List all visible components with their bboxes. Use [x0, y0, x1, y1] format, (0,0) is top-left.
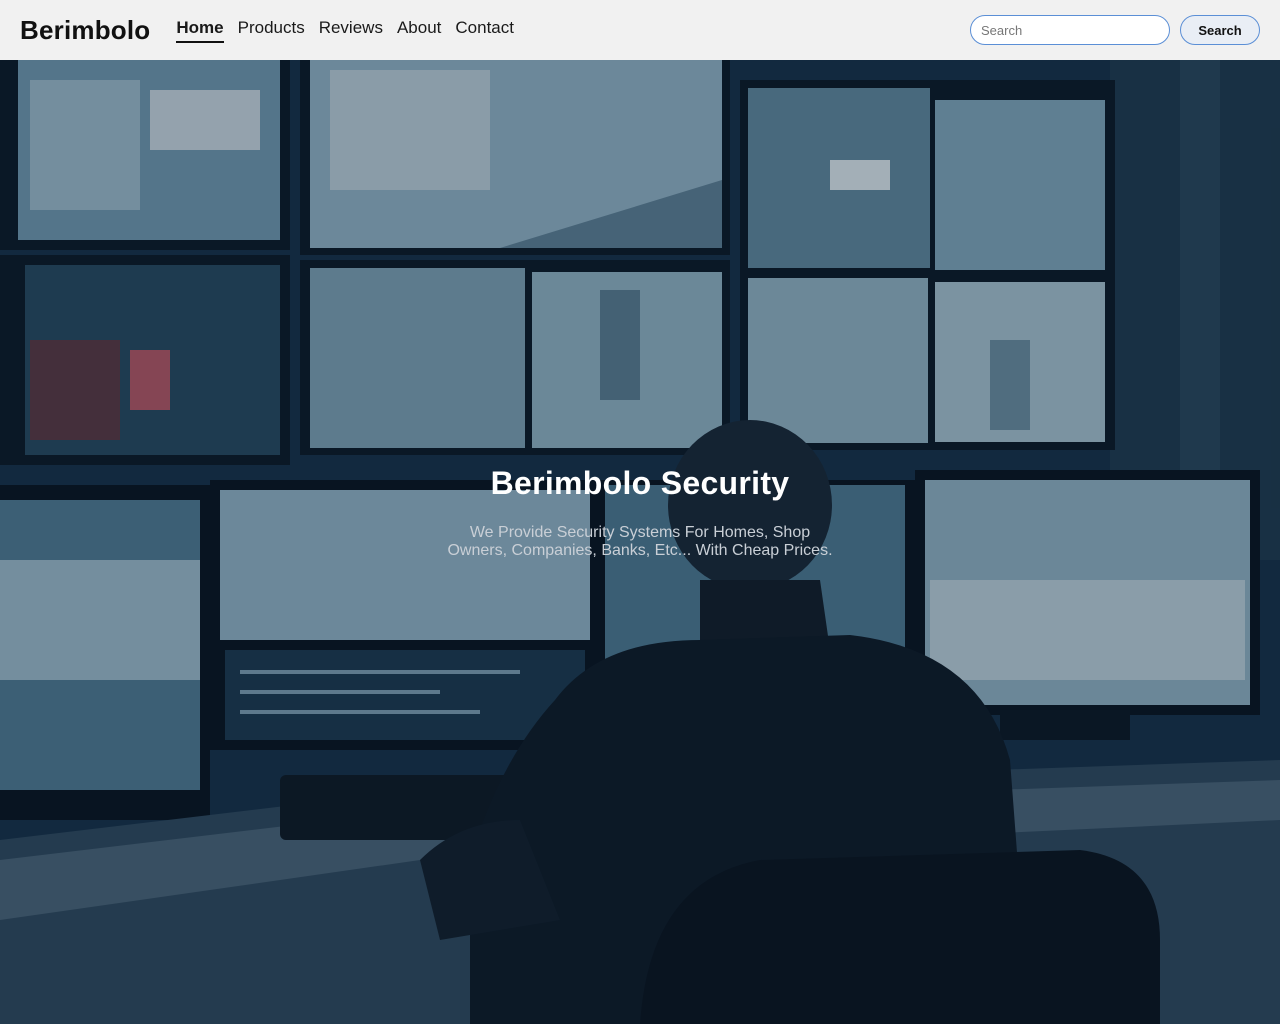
- hero-title: Berimbolo Security: [490, 465, 790, 501]
- nav-link-home[interactable]: Home: [176, 17, 224, 43]
- nav-links: Home Products Reviews About Contact: [176, 17, 514, 43]
- navbar: Berimbolo Home Products Reviews About Co…: [0, 0, 1280, 60]
- brand-logo[interactable]: Berimbolo: [20, 15, 150, 46]
- hero-section: Berimbolo Security We Provide Security S…: [0, 60, 1280, 1024]
- hero-content: Berimbolo Security We Provide Security S…: [0, 465, 1280, 560]
- nav-link-products[interactable]: Products: [238, 17, 305, 43]
- nav-link-about[interactable]: About: [397, 17, 441, 43]
- nav-link-reviews[interactable]: Reviews: [319, 17, 383, 43]
- search-input[interactable]: [970, 15, 1170, 45]
- search-form: Search: [970, 15, 1260, 45]
- hero-subtitle: We Provide Security Systems For Homes, S…: [447, 524, 833, 559]
- nav-link-contact[interactable]: Contact: [455, 17, 514, 43]
- search-button[interactable]: Search: [1180, 15, 1260, 45]
